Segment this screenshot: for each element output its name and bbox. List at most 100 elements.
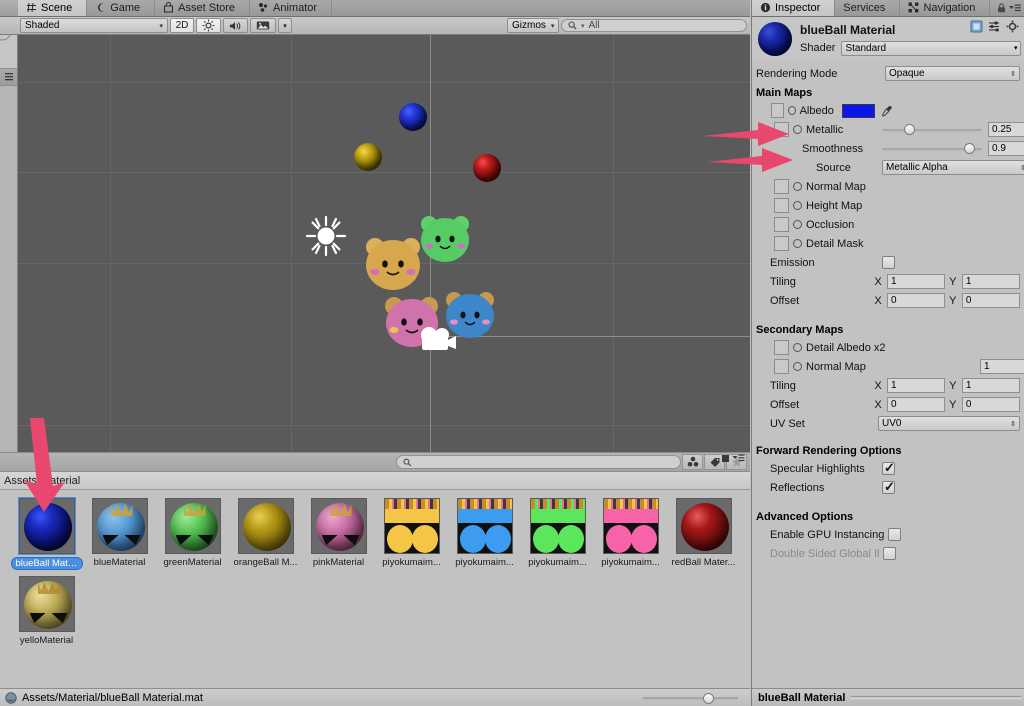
sec-tiling-y-field[interactable]: 1 (961, 378, 1020, 393)
tab-inspector[interactable]: Inspector (752, 0, 836, 16)
type-filter-button[interactable] (682, 454, 703, 470)
preset-icon[interactable] (970, 20, 983, 33)
asset-thumbnail[interactable] (310, 498, 367, 554)
toggle-audio-button[interactable] (223, 18, 248, 33)
albedo-texture-slot[interactable] (771, 103, 784, 118)
metallic-slider-knob[interactable] (904, 123, 915, 135)
piyokuma-texture-asset-2[interactable]: piyokumaim... (448, 498, 521, 570)
asset-thumbnail[interactable] (529, 498, 586, 554)
toggle-effects-button[interactable] (250, 18, 276, 33)
secondary-normal-texture-slot[interactable] (774, 359, 789, 374)
breadcrumb-material[interactable]: Material (41, 475, 80, 487)
scene-object-yellow-bear[interactable] (361, 235, 425, 293)
asset-thumbnail[interactable] (237, 498, 294, 554)
hamburger-menu-icon[interactable] (732, 454, 745, 462)
smoothness-slider-knob[interactable] (964, 142, 975, 154)
occlusion-toggle-icon[interactable] (793, 220, 802, 229)
albedo-color-swatch[interactable] (841, 103, 875, 118)
rendering-mode-dropdown[interactable]: Opaque ⇳ (885, 66, 1020, 81)
asset-thumbnail[interactable] (675, 498, 732, 554)
eyedropper-icon[interactable] (881, 104, 892, 118)
draw-mode-dropdown[interactable]: Shaded ▾ (20, 18, 168, 33)
scene-object-blue-sphere[interactable] (399, 103, 427, 131)
effects-dropdown-button[interactable]: ▾ (278, 18, 292, 33)
height-map-texture-slot[interactable] (774, 198, 789, 213)
scene-object-light-gizmo[interactable] (304, 214, 348, 258)
emission-checkbox[interactable] (882, 256, 895, 269)
sec-offset-x-field[interactable]: 0 (887, 397, 946, 412)
metallic-texture-slot[interactable] (774, 122, 789, 137)
breadcrumb-assets[interactable]: Assets (4, 475, 37, 487)
source-dropdown[interactable]: Metallic Alpha ⇳ (882, 160, 1024, 175)
detail-mask-toggle-icon[interactable] (793, 239, 802, 248)
tab-navigation[interactable]: Navigation (900, 0, 991, 16)
specular-highlights-checkbox[interactable] (882, 460, 895, 476)
tab-asset-store[interactable]: Asset Store (155, 0, 251, 16)
smoothness-value-field[interactable]: 0.9 (988, 141, 1024, 156)
double-sided-gi-checkbox[interactable] (883, 547, 897, 560)
piyokuma-texture-asset-3[interactable]: piyokumaim... (521, 498, 594, 570)
orangeball-material-asset[interactable]: orangeBall M... (229, 498, 302, 570)
toggle-2d-button[interactable]: 2D (170, 18, 194, 33)
piyokuma-texture-asset-4[interactable]: piyokumaim... (594, 498, 667, 570)
zoom-slider-knob[interactable] (703, 693, 714, 704)
panel-maximize-icon[interactable] (722, 454, 729, 462)
yellomaterial-asset[interactable]: yelloMaterial (10, 576, 83, 646)
main-tiling-y-field[interactable]: 1 (961, 274, 1020, 289)
piyokuma-texture-asset-1[interactable]: piyokumaim... (375, 498, 448, 570)
blueball-material-asset[interactable]: blueBall Mate... (10, 497, 83, 570)
scene-object-yellow-sphere[interactable] (354, 143, 382, 171)
reflections-checkbox[interactable] (882, 479, 895, 495)
detail-mask-texture-slot[interactable] (774, 236, 789, 251)
metallic-toggle-icon[interactable] (793, 125, 802, 134)
normal-map-texture-slot[interactable] (774, 179, 789, 194)
height-map-toggle-icon[interactable] (793, 201, 802, 210)
lock-icon[interactable] (997, 2, 1006, 13)
tab-scene[interactable]: Scene (18, 0, 88, 16)
albedo-toggle-icon[interactable] (787, 106, 796, 115)
scene-search-input[interactable]: ▾ All (561, 19, 747, 32)
redball-material-asset[interactable]: redBall Mater... (667, 498, 740, 570)
tab-services[interactable]: Services (835, 0, 901, 16)
project-zoom-slider[interactable] (643, 693, 738, 704)
smoothness-slider[interactable] (882, 142, 982, 155)
metallic-slider[interactable] (882, 123, 982, 136)
sec-tiling-x-field[interactable]: 1 (887, 378, 946, 393)
hamburger-menu-icon[interactable] (1009, 4, 1021, 12)
asset-thumbnail[interactable] (18, 576, 75, 632)
normal-map-toggle-icon[interactable] (793, 182, 802, 191)
uv-set-dropdown[interactable]: UV0 ⇳ (878, 416, 1020, 431)
gizmos-dropdown[interactable]: Gizmos ▾ (507, 18, 559, 33)
asset-thumbnail[interactable] (91, 498, 148, 554)
gpu-instancing-checkbox[interactable] (888, 528, 902, 541)
gear-icon[interactable] (1006, 20, 1019, 33)
scene-object-red-sphere[interactable] (473, 154, 501, 182)
secondary-normal-toggle-icon[interactable] (793, 362, 802, 371)
secondary-normal-value-field[interactable]: 1 (980, 359, 1024, 374)
main-offset-x-field[interactable]: 0 (887, 293, 946, 308)
bluematerial-asset[interactable]: blueMaterial (83, 498, 156, 570)
asset-thumbnail[interactable] (383, 498, 440, 554)
greenmaterial-asset[interactable]: greenMaterial (156, 498, 229, 570)
main-tiling-x-field[interactable]: 1 (887, 274, 946, 289)
toggle-lighting-button[interactable] (196, 18, 221, 33)
scene-viewport[interactable] (18, 35, 750, 452)
asset-thumbnail[interactable] (456, 498, 513, 554)
scene-object-camera-gizmo[interactable] (416, 325, 458, 355)
settings-sliders-icon[interactable] (988, 20, 1001, 33)
tab-animator[interactable]: Animator (250, 0, 333, 16)
asset-thumbnail[interactable] (164, 498, 221, 554)
shader-dropdown[interactable]: Standard ▾ (841, 40, 1022, 56)
main-offset-y-field[interactable]: 0 (961, 293, 1020, 308)
sec-offset-y-field[interactable]: 0 (961, 397, 1020, 412)
detail-albedo-toggle-icon[interactable] (793, 343, 802, 352)
project-search-input[interactable] (396, 455, 681, 469)
occlusion-texture-slot[interactable] (774, 217, 789, 232)
tab-game[interactable]: Game (87, 0, 156, 16)
asset-thumbnail[interactable] (602, 498, 659, 554)
detail-albedo-texture-slot[interactable] (774, 340, 789, 355)
asset-thumbnail[interactable] (17, 497, 76, 555)
project-search-field[interactable] (415, 456, 674, 468)
metallic-value-field[interactable]: 0.25 (988, 122, 1024, 137)
pinkmaterial-asset[interactable]: pinkMaterial (302, 498, 375, 570)
